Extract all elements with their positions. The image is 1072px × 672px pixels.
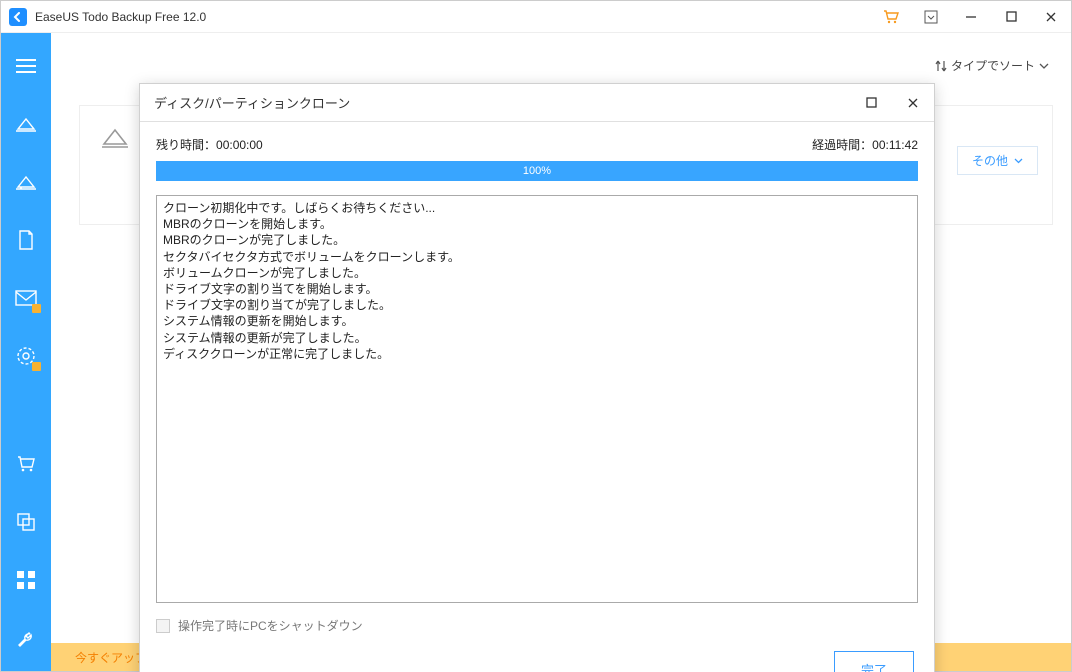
shutdown-label: 操作完了時にPCをシャットダウン (178, 617, 363, 634)
other-label: その他 (972, 152, 1008, 169)
sidebar-smart-backup-icon[interactable] (1, 327, 51, 385)
chevron-down-icon (1014, 158, 1023, 164)
log-line: クローン初期化中です。しばらくお待ちください... (163, 200, 911, 216)
sort-toolbar: タイプでソート (935, 57, 1049, 74)
dialog-title: ディスク/パーティションクローン (140, 93, 850, 112)
dialog-titlebar: ディスク/パーティションクローン (140, 84, 934, 122)
titlebar: EaseUS Todo Backup Free 12.0 (1, 1, 1071, 33)
log-line: MBRのクローンが完了しました。 (163, 232, 911, 248)
sidebar (1, 33, 51, 671)
dialog-maximize-button[interactable] (850, 84, 892, 122)
sidebar-mail-backup-icon[interactable] (1, 269, 51, 327)
sort-label: タイプでソート (951, 57, 1035, 74)
log-line: ディスククローンが正常に完了しました。 (163, 346, 911, 362)
dropdown-button[interactable] (911, 1, 951, 33)
sidebar-store-icon[interactable] (1, 435, 51, 493)
log-textarea[interactable]: クローン初期化中です。しばらくお待ちください...MBRのクローンを開始します。… (156, 195, 918, 603)
minimize-button[interactable] (951, 1, 991, 33)
sidebar-settings-icon[interactable] (1, 609, 51, 667)
dialog-close-button[interactable] (892, 84, 934, 122)
elapsed-value: 00:11:42 (872, 138, 918, 152)
elapsed-label: 経過時間： (812, 138, 872, 152)
remaining-value: 00:00:00 (216, 138, 263, 152)
log-line: ボリュームクローンが完了しました。 (163, 265, 911, 281)
sidebar-disk-backup-icon[interactable] (1, 95, 51, 153)
done-button[interactable]: 完了 (834, 651, 914, 672)
lock-badge-icon (32, 304, 41, 313)
progress-text: 100% (523, 165, 551, 177)
shutdown-checkbox[interactable] (156, 619, 170, 633)
time-row: 残り時間：00:00:00 経過時間：00:11:42 (156, 136, 918, 153)
app-title: EaseUS Todo Backup Free 12.0 (35, 10, 206, 24)
log-line: システム情報の更新を開始します。 (163, 313, 911, 329)
log-line: システム情報の更新が完了しました。 (163, 330, 911, 346)
cart-button[interactable] (871, 1, 911, 33)
app-logo-icon (9, 8, 27, 26)
chevron-down-icon (1039, 63, 1049, 69)
log-line: セクタバイセクタ方式でボリュームをクローンします。 (163, 249, 911, 265)
remaining-label: 残り時間： (156, 138, 216, 152)
sidebar-tools-icon[interactable] (1, 551, 51, 609)
dialog-footer: 完了 (140, 640, 934, 672)
other-dropdown-button[interactable]: その他 (957, 146, 1038, 175)
sidebar-file-backup-icon[interactable] (1, 211, 51, 269)
sidebar-menu-button[interactable] (1, 37, 51, 95)
sort-button[interactable]: タイプでソート (935, 57, 1049, 74)
maximize-button[interactable] (991, 1, 1031, 33)
sidebar-clone-icon[interactable] (1, 493, 51, 551)
remaining-time: 残り時間：00:00:00 (156, 136, 263, 153)
shutdown-row: 操作完了時にPCをシャットダウン (156, 617, 918, 634)
lock-badge-icon (32, 362, 41, 371)
progress-bar: 100% (156, 161, 918, 181)
log-line: ドライブ文字の割り当てが完了しました。 (163, 297, 911, 313)
clone-dialog: ディスク/パーティションクローン 残り時間：00:00:00 経過時間：00:1… (139, 83, 935, 672)
sidebar-system-backup-icon[interactable] (1, 153, 51, 211)
elapsed-time: 経過時間：00:11:42 (812, 136, 918, 153)
sort-arrows-icon (935, 59, 947, 73)
close-button[interactable] (1031, 1, 1071, 33)
log-line: ドライブ文字の割り当てを開始します。 (163, 281, 911, 297)
log-line: MBRのクローンを開始します。 (163, 216, 911, 232)
